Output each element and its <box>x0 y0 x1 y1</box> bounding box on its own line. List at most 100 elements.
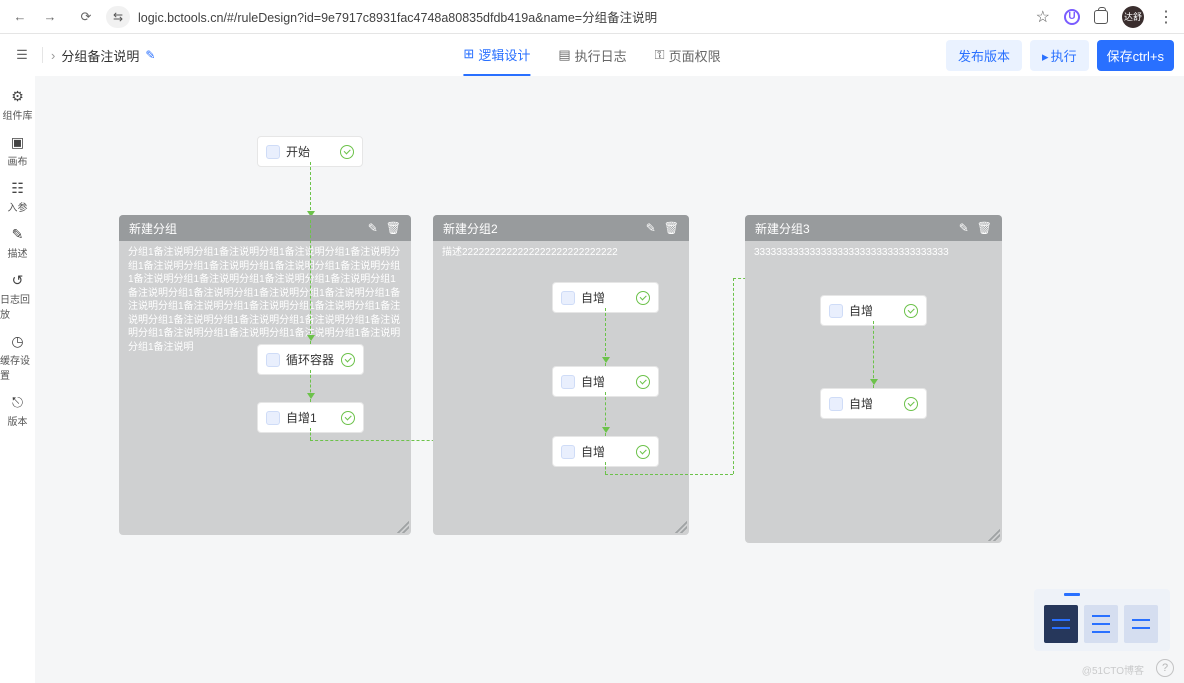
address-bar[interactable]: ⇆ logic.bctools.cn/#/ruleDesign?id=9e791… <box>106 6 1026 28</box>
divider <box>42 47 43 63</box>
sidebar-item-canvas[interactable]: ▣ 画布 <box>0 134 35 168</box>
connector <box>605 474 733 475</box>
run-button[interactable]: 执行 <box>1030 40 1089 71</box>
check-icon <box>341 353 355 367</box>
node-label: 自增 <box>581 373 630 390</box>
sidebar-label: 缓存设置 <box>0 352 35 382</box>
node-label: 自增 <box>581 289 630 306</box>
bookmark-icon[interactable] <box>1036 7 1050 27</box>
version-icon: ⎋ <box>12 394 23 411</box>
header-tabs: ⊞ 逻辑设计 ▤ 执行日志 ⚿ 页面权限 <box>463 34 720 76</box>
check-icon <box>340 145 354 159</box>
tab-label: 页面权限 <box>669 46 721 65</box>
connector <box>310 370 311 402</box>
edit-icon[interactable]: ✎ <box>959 221 969 235</box>
minimap-start <box>1064 593 1080 596</box>
sidebar-label: 画布 <box>8 153 28 168</box>
trash-icon[interactable]: 🗑 <box>977 221 992 235</box>
minimap-group-3 <box>1124 605 1158 643</box>
resize-handle[interactable] <box>988 529 1000 541</box>
node-label: 自增 <box>581 443 630 460</box>
extensions-icon[interactable] <box>1094 10 1108 24</box>
reload-button[interactable]: ⟳ <box>76 7 96 27</box>
sidebar-label: 描述 <box>8 245 28 260</box>
node-label: 循环容器 <box>286 351 335 368</box>
connector <box>733 278 734 474</box>
profile-avatar[interactable]: 达舒 <box>1122 6 1144 28</box>
help-icon[interactable]: ? <box>1156 659 1174 677</box>
connector <box>605 392 606 436</box>
run-label: 执行 <box>1051 49 1077 64</box>
forward-button[interactable]: → <box>40 7 60 27</box>
gear-icon: ⚙ <box>11 88 24 105</box>
tab-label: 逻辑设计 <box>478 45 530 64</box>
minimap-group-2 <box>1084 605 1118 643</box>
node-type-icon <box>561 445 575 459</box>
params-icon: ☷ <box>11 180 24 197</box>
sidebar-item-desc[interactable]: ✎描述 <box>0 226 35 260</box>
connector <box>310 428 311 440</box>
sidebar-label: 入参 <box>8 199 28 214</box>
node-label: 开始 <box>286 143 334 160</box>
tab-log-icon: ▤ <box>558 47 570 63</box>
site-info-icon[interactable]: ⇆ <box>106 6 130 28</box>
menu-toggle-icon[interactable]: ☰ <box>10 43 34 67</box>
browser-menu-icon[interactable]: ⋮ <box>1158 7 1174 27</box>
minimap-group-1 <box>1044 605 1078 643</box>
minimap[interactable] <box>1034 589 1170 651</box>
connector <box>605 462 606 474</box>
canvas-icon: ▣ <box>11 134 24 151</box>
browser-chrome: ← → ⟳ ⇆ logic.bctools.cn/#/ruleDesign?id… <box>0 0 1184 34</box>
resize-handle[interactable] <box>675 521 687 533</box>
connector <box>873 321 874 388</box>
extension-badge[interactable]: U <box>1064 9 1080 25</box>
sidebar-item-params[interactable]: ☷ 入参 <box>0 180 35 214</box>
resize-handle[interactable] <box>397 521 409 533</box>
tab-perm-icon: ⚿ <box>655 47 665 63</box>
sidebar-label: 组件库 <box>3 107 33 122</box>
tab-label: 执行日志 <box>575 46 627 65</box>
url-text: logic.bctools.cn/#/ruleDesign?id=9e7917c… <box>138 7 657 26</box>
node-label: 自增 <box>849 302 898 319</box>
edit-icon[interactable]: ✎ <box>646 221 656 235</box>
node-type-icon <box>829 397 843 411</box>
group-header[interactable]: 新建分组3 ✎ 🗑 <box>745 215 1002 241</box>
edit-title-icon[interactable]: ✎ <box>145 48 155 62</box>
node-type-icon <box>561 375 575 389</box>
tab-logic-icon: ⊞ <box>463 46 474 62</box>
increment-node-e[interactable]: 自增 <box>820 388 927 419</box>
app-header: ☰ › 分组备注说明 ✎ ⊞ 逻辑设计 ▤ 执行日志 ⚿ 页面权限 发布版本 执… <box>0 34 1184 76</box>
check-icon <box>904 304 918 318</box>
publish-button[interactable]: 发布版本 <box>946 40 1022 71</box>
sidebar-item-version[interactable]: ⎋版本 <box>0 394 35 428</box>
group-title: 新建分组 <box>129 220 360 237</box>
node-label: 自增1 <box>286 409 335 426</box>
edit-icon[interactable]: ✎ <box>368 221 378 235</box>
canvas[interactable]: 开始 新建分组 ✎ 🗑 分组1备注说明分组1备注说明分组1备注说明分组1备注说明… <box>35 76 1184 683</box>
node-type-icon <box>561 291 575 305</box>
node-type-icon <box>266 411 280 425</box>
sidebar-item-logreplay[interactable]: ↺日志回放 <box>0 272 35 321</box>
header-actions: 发布版本 执行 保存ctrl+s <box>946 40 1174 71</box>
group-1[interactable]: 新建分组 ✎ 🗑 分组1备注说明分组1备注说明分组1备注说明分组1备注说明分组1… <box>119 215 411 535</box>
sidebar-item-cache[interactable]: ◷缓存设置 <box>0 333 35 382</box>
group-header[interactable]: 新建分组2 ✎ 🗑 <box>433 215 689 241</box>
group-header[interactable]: 新建分组 ✎ 🗑 <box>119 215 411 241</box>
node-type-icon <box>266 145 280 159</box>
node-type-icon <box>266 353 280 367</box>
save-button[interactable]: 保存ctrl+s <box>1097 40 1174 71</box>
connector <box>310 220 311 344</box>
connector <box>310 162 311 220</box>
back-button[interactable]: ← <box>10 7 30 27</box>
trash-icon[interactable]: 🗑 <box>664 221 679 235</box>
tab-exec-log[interactable]: ▤ 执行日志 <box>558 34 626 76</box>
check-icon <box>341 411 355 425</box>
tab-permission[interactable]: ⚿ 页面权限 <box>655 34 721 76</box>
sidebar: ⚙ 组件库 ▣ 画布 ☷ 入参 ✎描述 ↺日志回放 ◷缓存设置 ⎋版本 <box>0 76 35 683</box>
group-description: 33333333333333333333333333333333333 <box>745 241 1002 260</box>
group-title: 新建分组2 <box>443 220 638 237</box>
breadcrumb-chevron-icon: › <box>51 48 55 63</box>
sidebar-item-components[interactable]: ⚙ 组件库 <box>0 88 35 122</box>
tab-logic-design[interactable]: ⊞ 逻辑设计 <box>463 34 530 76</box>
trash-icon[interactable]: 🗑 <box>386 221 401 235</box>
